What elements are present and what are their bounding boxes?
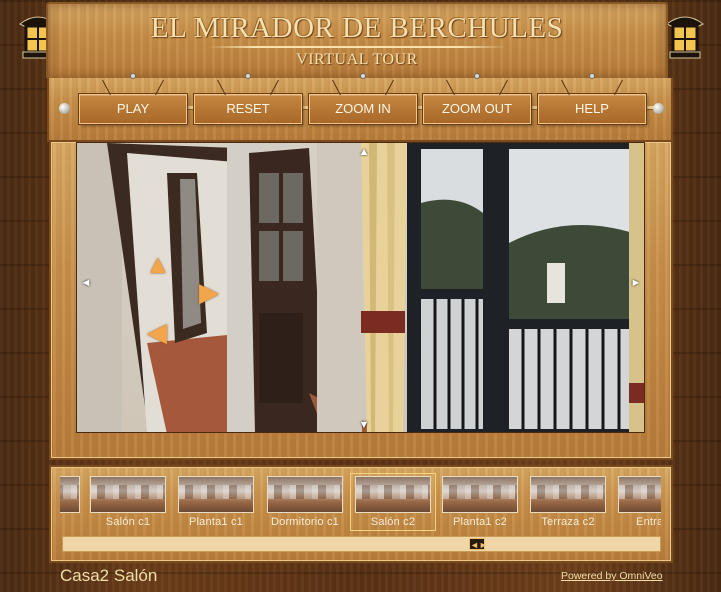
pan-up-button[interactable]: ▲ xyxy=(357,145,371,159)
hanger-string xyxy=(155,79,164,96)
panorama-viewer[interactable]: ▲ ▼ ◄ ► ▲ ▶ ◀ xyxy=(76,142,645,433)
panorama-image[interactable] xyxy=(77,143,645,433)
hanger-pin xyxy=(589,73,595,79)
hanger-string xyxy=(217,79,226,96)
thumbnail-label: Salón c1 xyxy=(105,516,151,528)
thumbnail-planta1-c2[interactable]: Planta1 c2 xyxy=(440,476,520,528)
thumbnail-planta1-c1[interactable]: Planta1 c1 xyxy=(176,476,256,528)
pan-right-button[interactable]: ► xyxy=(629,276,643,290)
thumbnail-dormitorio-c1[interactable]: Dormitorio c1 xyxy=(265,476,345,528)
title-divider xyxy=(208,46,506,48)
hanger-string xyxy=(102,79,111,96)
thumbnail-image xyxy=(530,476,606,513)
site-title: EL MIRADOR DE BERCHULES xyxy=(150,12,564,44)
zoom-in-button-label: ZOOM IN xyxy=(335,101,391,116)
thumbnail-image xyxy=(442,476,518,513)
hanger-pin xyxy=(130,73,136,79)
hanger-pin xyxy=(360,73,366,79)
thumbnail-salon-c2[interactable]: Salón c2 xyxy=(350,473,436,531)
hanger-string xyxy=(270,79,279,96)
hanger-pin xyxy=(474,73,480,79)
thumbnail-label: Planta1 c1 xyxy=(189,516,243,528)
reset-button-label: RESET xyxy=(226,101,270,116)
hanger-pin xyxy=(245,73,251,79)
thumbnail-strip[interactable]: Salón c1 Planta1 c1 Dormitorio c1 Salón … xyxy=(60,472,661,535)
thumbnail-label: Dormitorio c1 xyxy=(270,516,339,528)
powered-by-link[interactable]: Powered by OmniVeo xyxy=(561,570,663,582)
thumbnail-image xyxy=(60,476,80,513)
thumbnail-image xyxy=(355,476,431,513)
hanger-string xyxy=(332,79,341,96)
zoom-in-button[interactable]: ZOOM IN xyxy=(309,73,417,124)
zoom-out-button-label: ZOOM OUT xyxy=(441,101,513,116)
pan-down-button[interactable]: ▼ xyxy=(357,418,371,432)
reset-button[interactable]: RESET xyxy=(194,73,302,124)
thumbnail-terraza-c2[interactable]: Terraza c2 xyxy=(528,476,608,528)
thumbnail-entrada[interactable]: Entrada xyxy=(616,476,661,528)
rail-knob-right xyxy=(653,103,664,114)
hanger-string xyxy=(561,79,570,96)
hotspot-arrow-left-icon[interactable]: ◀ xyxy=(147,319,167,345)
thumbnail-image xyxy=(178,476,254,513)
thumbnail-label: Terraza c2 xyxy=(541,516,595,528)
hotspot-arrow-right-icon[interactable]: ▶ xyxy=(199,279,219,305)
hanger-string xyxy=(614,79,623,96)
play-button-label: PLAY xyxy=(116,101,150,116)
thumbnail-image xyxy=(90,476,166,513)
header-board: EL MIRADOR DE BERCHULES VIRTUAL TOUR xyxy=(46,2,668,80)
thumbnail-salon-c1[interactable]: Salón c1 xyxy=(88,476,168,528)
current-scene-name: Casa2 Salón xyxy=(60,566,158,585)
thumbnail-image xyxy=(618,476,661,513)
site-subtitle: VIRTUAL TOUR xyxy=(296,51,418,68)
thumbnail-label: Planta1 c2 xyxy=(453,516,507,528)
help-button[interactable]: HELP xyxy=(538,73,646,124)
hanger-string xyxy=(499,79,508,96)
thumbnail-label: Salón c2 xyxy=(370,516,416,528)
thumbnail-scrollbar[interactable]: ◄► xyxy=(62,536,661,552)
hanger-string xyxy=(385,79,394,96)
zoom-out-button[interactable]: ZOOM OUT xyxy=(423,73,531,124)
scroll-handle[interactable]: ◄► xyxy=(469,538,488,550)
thumbnail-label: Entrada xyxy=(636,516,661,528)
lantern-right-icon xyxy=(666,16,704,59)
thumbnail-image xyxy=(267,476,343,513)
nav-board: PLAY RESET ZOOM IN ZOOM OUT HELP xyxy=(47,73,673,142)
help-button-label: HELP xyxy=(575,101,609,116)
pan-left-button[interactable]: ◄ xyxy=(79,276,93,290)
thumbnail-partial[interactable] xyxy=(60,476,82,513)
rail-knob-left xyxy=(59,103,70,114)
hanger-string xyxy=(446,79,455,96)
play-button[interactable]: PLAY xyxy=(79,73,187,124)
hotspot-arrow-up-icon[interactable]: ▲ xyxy=(145,251,171,277)
